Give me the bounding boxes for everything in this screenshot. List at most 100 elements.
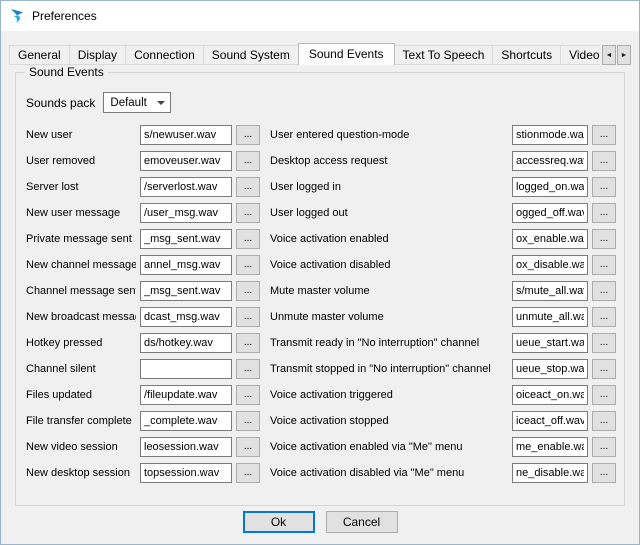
sound-file-input[interactable]	[140, 177, 232, 197]
browse-button[interactable]: ...	[236, 255, 260, 275]
tab-shortcuts[interactable]: Shortcuts	[492, 45, 561, 64]
browse-button[interactable]: ...	[592, 255, 616, 275]
sound-file-input[interactable]	[140, 411, 232, 431]
sound-file-input[interactable]	[512, 463, 588, 483]
sound-event-row: New broadcast message...	[26, 304, 260, 330]
browse-button[interactable]: ...	[236, 151, 260, 171]
browse-button[interactable]: ...	[236, 281, 260, 301]
sound-file-input[interactable]	[512, 307, 588, 327]
browse-button[interactable]: ...	[236, 359, 260, 379]
dialog-footer: Ok Cancel	[1, 511, 639, 533]
sound-event-row: Unmute master volume...	[270, 304, 616, 330]
sound-file-input[interactable]	[512, 385, 588, 405]
sound-event-label: New desktop session	[26, 467, 136, 479]
browse-button[interactable]: ...	[236, 411, 260, 431]
sound-file-input[interactable]	[512, 151, 588, 171]
browse-button[interactable]: ...	[592, 125, 616, 145]
ok-button[interactable]: Ok	[243, 511, 315, 533]
browse-button[interactable]: ...	[236, 333, 260, 353]
sound-file-input[interactable]	[140, 203, 232, 223]
sound-file-input[interactable]	[512, 229, 588, 249]
browse-button[interactable]: ...	[236, 463, 260, 483]
sound-events-column-right: User entered question-mode...Desktop acc…	[270, 122, 616, 486]
sound-events-columns: New user...User removed...Server lost...…	[26, 122, 616, 486]
sound-file-input[interactable]	[140, 307, 232, 327]
groupbox-title: Sound Events	[25, 65, 108, 79]
sound-event-row: New user...	[26, 122, 260, 148]
browse-button[interactable]: ...	[592, 463, 616, 483]
sound-event-row: Transmit ready in "No interruption" chan…	[270, 330, 616, 356]
sound-file-input[interactable]	[140, 255, 232, 275]
browse-button[interactable]: ...	[592, 307, 616, 327]
sound-file-input[interactable]	[512, 255, 588, 275]
browse-button[interactable]: ...	[236, 125, 260, 145]
sound-file-input[interactable]	[512, 203, 588, 223]
sound-event-row: User removed...	[26, 148, 260, 174]
sound-event-label: Server lost	[26, 181, 136, 193]
tab-general[interactable]: General	[9, 45, 70, 64]
browse-button[interactable]: ...	[236, 177, 260, 197]
browse-button[interactable]: ...	[592, 151, 616, 171]
sound-event-row: Voice activation triggered...	[270, 382, 616, 408]
browse-button[interactable]: ...	[236, 385, 260, 405]
browse-button[interactable]: ...	[592, 385, 616, 405]
sound-file-input[interactable]	[512, 437, 588, 457]
sound-file-input[interactable]	[140, 385, 232, 405]
browse-button[interactable]: ...	[236, 229, 260, 249]
tab-display[interactable]: Display	[69, 45, 126, 64]
sound-file-input[interactable]	[140, 151, 232, 171]
sound-event-row: New channel message...	[26, 252, 260, 278]
sound-event-row: Transmit stopped in "No interruption" ch…	[270, 356, 616, 382]
tab-sound-events[interactable]: Sound Events	[298, 43, 395, 65]
sound-file-input[interactable]	[140, 437, 232, 457]
sound-event-row: Voice activation enabled via "Me" menu..…	[270, 434, 616, 460]
browse-button[interactable]: ...	[236, 203, 260, 223]
browse-button[interactable]: ...	[236, 307, 260, 327]
tab-connection[interactable]: Connection	[125, 45, 204, 64]
sounds-pack-value: Default	[110, 97, 146, 109]
sound-event-label: New user	[26, 129, 136, 141]
sound-file-input[interactable]	[512, 411, 588, 431]
sound-event-label: Voice activation triggered	[270, 389, 508, 401]
sound-file-input[interactable]	[512, 177, 588, 197]
sound-event-label: User logged in	[270, 181, 508, 193]
browse-button[interactable]: ...	[592, 437, 616, 457]
tab-scrollers: ◄ ►	[600, 42, 631, 65]
tab-scroll-left-icon[interactable]: ◄	[602, 45, 616, 65]
sound-file-input[interactable]	[512, 281, 588, 301]
sound-event-label: Voice activation enabled via "Me" menu	[270, 441, 508, 453]
browse-button[interactable]: ...	[592, 229, 616, 249]
sound-event-label: Transmit stopped in "No interruption" ch…	[270, 363, 508, 375]
sound-file-input[interactable]	[140, 359, 232, 379]
sound-file-input[interactable]	[140, 125, 232, 145]
sound-event-label: Files updated	[26, 389, 136, 401]
sound-event-label: Hotkey pressed	[26, 337, 136, 349]
cancel-button[interactable]: Cancel	[326, 511, 398, 533]
browse-button[interactable]: ...	[592, 359, 616, 379]
chevron-down-icon	[157, 101, 165, 105]
sound-file-input[interactable]	[140, 229, 232, 249]
sound-file-input[interactable]	[140, 463, 232, 483]
sounds-pack-label: Sounds pack	[26, 96, 95, 110]
sound-event-label: Mute master volume	[270, 285, 508, 297]
browse-button[interactable]: ...	[592, 333, 616, 353]
sound-file-input[interactable]	[140, 281, 232, 301]
sound-event-row: User logged out...	[270, 200, 616, 226]
sound-file-input[interactable]	[512, 359, 588, 379]
sound-file-input[interactable]	[140, 333, 232, 353]
sound-event-row: Voice activation stopped...	[270, 408, 616, 434]
browse-button[interactable]: ...	[236, 437, 260, 457]
sound-file-input[interactable]	[512, 125, 588, 145]
sound-file-input[interactable]	[512, 333, 588, 353]
tab-text-to-speech[interactable]: Text To Speech	[394, 45, 494, 64]
browse-button[interactable]: ...	[592, 411, 616, 431]
tab-scroll-right-icon[interactable]: ►	[617, 45, 631, 65]
browse-button[interactable]: ...	[592, 281, 616, 301]
preferences-window: Preferences GeneralDisplayConnectionSoun…	[0, 0, 640, 545]
sounds-pack-select[interactable]: Default	[103, 92, 171, 113]
browse-button[interactable]: ...	[592, 177, 616, 197]
tab-sound-system[interactable]: Sound System	[203, 45, 299, 64]
sound-event-row: User entered question-mode...	[270, 122, 616, 148]
browse-button[interactable]: ...	[592, 203, 616, 223]
sound-events-groupbox: Sound Events Sounds pack Default New use…	[15, 72, 625, 506]
